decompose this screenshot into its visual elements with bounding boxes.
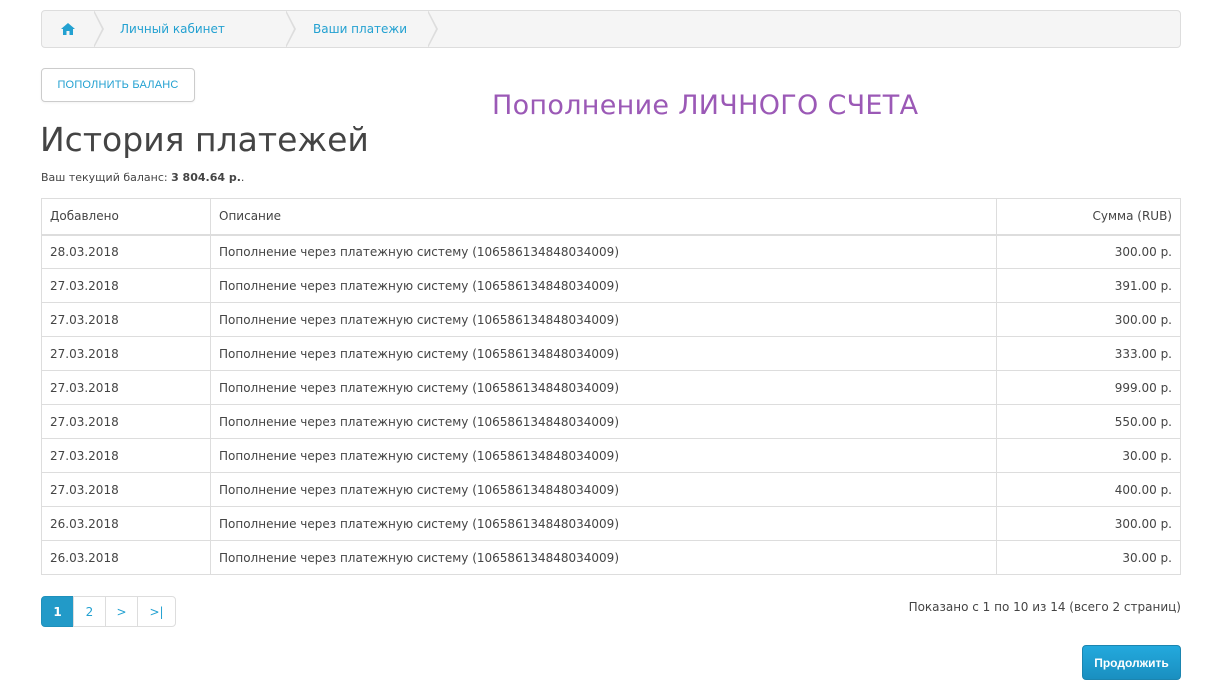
payments-table: Добавлено Описание Сумма (RUB) 28.03.201… bbox=[41, 198, 1181, 575]
cell-date: 27.03.2018 bbox=[41, 404, 211, 439]
cell-description: Пополнение через платежную систему (1065… bbox=[210, 438, 997, 473]
table-row: 27.03.2018 Пополнение через платежную сис… bbox=[41, 370, 1181, 405]
overlay-caption: Пополнение ЛИЧНОГО СЧЕТА bbox=[492, 90, 919, 121]
column-header-amount: Сумма (RUB) bbox=[996, 198, 1181, 236]
breadcrumb-separator bbox=[93, 11, 104, 47]
page-1-link[interactable]: 1 bbox=[41, 596, 74, 627]
breadcrumb-separator bbox=[285, 11, 296, 47]
cell-amount: 300.00 р. bbox=[996, 506, 1181, 541]
table-row: 26.03.2018 Пополнение через платежную сис… bbox=[41, 540, 1181, 575]
cell-amount: 300.00 р. bbox=[996, 302, 1181, 337]
payments-table-body: 28.03.2018 Пополнение через платежную сис… bbox=[41, 234, 1181, 575]
cell-date: 27.03.2018 bbox=[41, 302, 211, 337]
table-header-row: Добавлено Описание Сумма (RUB) bbox=[41, 198, 1181, 236]
table-row: 27.03.2018 Пополнение через платежную сис… bbox=[41, 472, 1181, 507]
balance-suffix: . bbox=[240, 171, 245, 184]
home-icon bbox=[61, 23, 75, 35]
page-title: История платежей bbox=[40, 120, 369, 159]
cell-date: 27.03.2018 bbox=[41, 268, 211, 303]
breadcrumb-item-label: Личный кабинет bbox=[120, 22, 225, 36]
cell-description: Пополнение через платежную систему (1065… bbox=[210, 404, 997, 439]
cell-amount: 30.00 р. bbox=[996, 438, 1181, 473]
cell-date: 26.03.2018 bbox=[41, 506, 211, 541]
breadcrumb-item-payments[interactable]: Ваши платежи bbox=[286, 11, 438, 47]
column-header-description: Описание bbox=[210, 198, 997, 236]
cell-description: Пополнение через платежную систему (1065… bbox=[210, 370, 997, 405]
cell-amount: 550.00 р. bbox=[996, 404, 1181, 439]
table-row: 27.03.2018 Пополнение через платежную сис… bbox=[41, 302, 1181, 337]
balance-line: Ваш текущий баланс: 3 804.64 р.. bbox=[41, 171, 244, 184]
cell-amount: 300.00 р. bbox=[996, 234, 1181, 269]
cell-date: 27.03.2018 bbox=[41, 336, 211, 371]
pagination-info: Показано с 1 по 10 из 14 (всего 2 страни… bbox=[908, 600, 1181, 614]
table-row: 28.03.2018 Пополнение через платежную сис… bbox=[41, 234, 1181, 269]
cell-date: 28.03.2018 bbox=[41, 234, 211, 269]
cell-description: Пополнение через платежную систему (1065… bbox=[210, 506, 997, 541]
column-header-date: Добавлено bbox=[41, 198, 211, 236]
breadcrumb-separator bbox=[427, 11, 438, 47]
cell-description: Пополнение через платежную систему (1065… bbox=[210, 472, 997, 507]
next-page-link[interactable]: > bbox=[105, 596, 138, 627]
pagination: 1 2 > >| bbox=[41, 596, 176, 627]
table-row: 27.03.2018 Пополнение через платежную сис… bbox=[41, 336, 1181, 371]
cell-date: 26.03.2018 bbox=[41, 540, 211, 575]
topup-balance-button[interactable]: ПОПОЛНИТЬ БАЛАНС bbox=[41, 68, 195, 102]
cell-amount: 391.00 р. bbox=[996, 268, 1181, 303]
cell-description: Пополнение через платежную систему (1065… bbox=[210, 540, 997, 575]
cell-amount: 333.00 р. bbox=[996, 336, 1181, 371]
cell-description: Пополнение через платежную систему (1065… bbox=[210, 302, 997, 337]
table-row: 27.03.2018 Пополнение через платежную сис… bbox=[41, 438, 1181, 473]
last-page-link[interactable]: >| bbox=[137, 596, 176, 627]
breadcrumb-item-account[interactable]: Личный кабинет bbox=[94, 11, 296, 47]
cell-description: Пополнение через платежную систему (1065… bbox=[210, 234, 997, 269]
table-row: 27.03.2018 Пополнение через платежную сис… bbox=[41, 404, 1181, 439]
balance-value: 3 804.64 р. bbox=[171, 171, 241, 184]
cell-amount: 30.00 р. bbox=[996, 540, 1181, 575]
cell-amount: 999.00 р. bbox=[996, 370, 1181, 405]
breadcrumb-item-label: Ваши платежи bbox=[313, 22, 408, 36]
cell-amount: 400.00 р. bbox=[996, 472, 1181, 507]
balance-label: Ваш текущий баланс: bbox=[41, 171, 168, 184]
cell-date: 27.03.2018 bbox=[41, 472, 211, 507]
breadcrumb: Личный кабинет Ваши платежи bbox=[41, 10, 1181, 48]
breadcrumb-home[interactable] bbox=[42, 11, 104, 47]
cell-date: 27.03.2018 bbox=[41, 370, 211, 405]
cell-date: 27.03.2018 bbox=[41, 438, 211, 473]
cell-description: Пополнение через платежную систему (1065… bbox=[210, 268, 997, 303]
cell-description: Пополнение через платежную систему (1065… bbox=[210, 336, 997, 371]
table-row: 26.03.2018 Пополнение через платежную сис… bbox=[41, 506, 1181, 541]
table-row: 27.03.2018 Пополнение через платежную сис… bbox=[41, 268, 1181, 303]
continue-button[interactable]: Продолжить bbox=[1082, 645, 1181, 680]
page-2-link[interactable]: 2 bbox=[73, 596, 106, 627]
